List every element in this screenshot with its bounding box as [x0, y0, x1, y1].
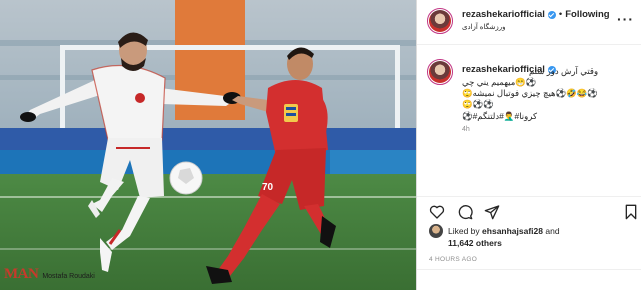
caption-line: وقتي آرش دور شتم: [529, 66, 599, 76]
photo-watermark: MAN Mostafa Roudaki: [4, 267, 95, 282]
post-header: rezashekariofficial • Following ورزشگاه …: [417, 0, 641, 45]
liked-by-prefix: Liked by: [448, 226, 480, 236]
jersey-number: 70: [262, 182, 274, 193]
likes-count[interactable]: 11,642 others: [448, 238, 502, 248]
caption-line: ⚽😂🤣⚽هيچ چيزي فوتبال نميشه🙄: [462, 88, 598, 98]
bookmark-icon[interactable]: [623, 204, 639, 220]
watermark-logo: MAN: [4, 266, 39, 282]
comment-icon[interactable]: [457, 204, 473, 220]
verified-icon: [547, 10, 556, 19]
liked-by-line: Liked by ehsanhajsafi28 and: [448, 226, 560, 236]
post-actions: [417, 196, 641, 227]
avatar-image: [429, 61, 451, 83]
caption-avatar[interactable]: [427, 59, 453, 85]
football-match-image: 70: [0, 0, 416, 290]
following-button[interactable]: Following: [565, 9, 609, 20]
post-timestamp[interactable]: 4 HOURS AGO: [429, 256, 477, 263]
header-avatar[interactable]: [427, 8, 453, 34]
caption-line: ⚽⚽🙄: [462, 99, 494, 109]
header-username[interactable]: rezashekariofficial: [462, 9, 545, 20]
liker-avatar[interactable]: [429, 224, 443, 238]
post-location[interactable]: ورزشگاه آزادی: [462, 23, 505, 31]
share-icon[interactable]: [484, 204, 500, 220]
liker-username[interactable]: ehsanhajsafi28: [482, 226, 543, 236]
avatar-image: [429, 10, 451, 32]
post-side-panel: rezashekariofficial • Following ورزشگاه …: [416, 0, 641, 290]
liked-by-and: and: [545, 226, 560, 236]
more-horizontal-icon[interactable]: ···: [617, 11, 634, 27]
separator-dot: •: [558, 9, 563, 20]
heart-icon[interactable]: [429, 204, 445, 220]
location-text: ورزشگاه آزادی: [462, 24, 506, 31]
header-user-row: rezashekariofficial • Following: [462, 9, 610, 20]
caption-time: 4h: [462, 126, 470, 133]
post-photo[interactable]: 70 MAN Mostafa Roudaki: [0, 0, 416, 290]
caption-hashtags[interactable]: کرونا#🤦‍♂️#دلتنگم#⚽: [462, 111, 537, 122]
photo-credit: Mostafa Roudaki: [42, 273, 95, 280]
caption-line: ⚽😁ميهميم يني چي: [462, 77, 537, 87]
comment-box-area: [417, 269, 641, 291]
caption-area: rezashekariofficial وقتي آرش دور شتم ⚽😁م…: [417, 45, 641, 195]
